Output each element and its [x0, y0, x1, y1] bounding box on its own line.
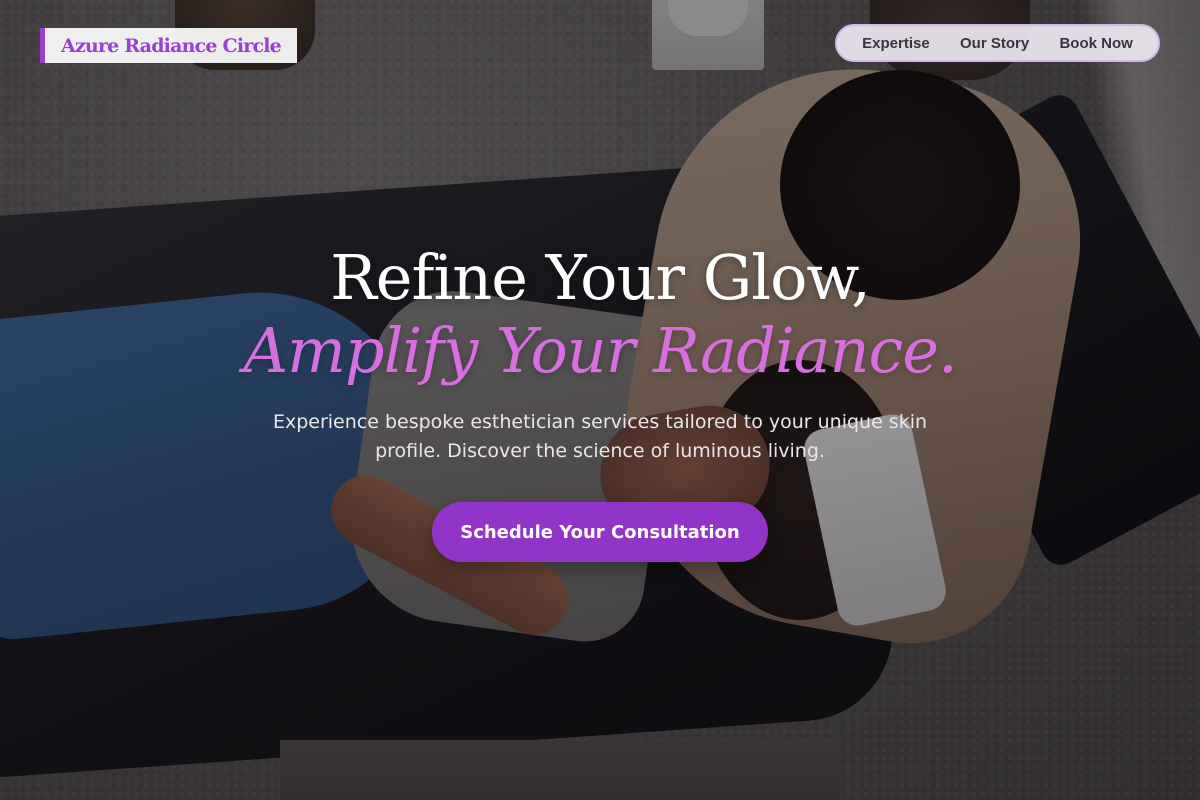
nav-item-our-story[interactable]: Our Story	[960, 35, 1029, 52]
schedule-consultation-button[interactable]: Schedule Your Consultation	[432, 502, 768, 562]
hero-subheadline: Amplify Your Radiance.	[243, 314, 957, 387]
brand-logo[interactable]: Azure Radiance Circle	[40, 28, 297, 63]
hero-description: Experience bespoke esthetician services …	[272, 411, 928, 462]
hero-section: Refine Your Glow, Amplify Your Radiance.…	[0, 240, 1200, 466]
main-nav: Expertise Our Story Book Now	[835, 24, 1160, 62]
nav-item-book-now[interactable]: Book Now	[1059, 35, 1132, 52]
brand-name: Azure Radiance Circle	[61, 34, 282, 57]
hero-headline: Refine Your Glow,	[330, 241, 871, 314]
nav-item-expertise[interactable]: Expertise	[862, 35, 930, 52]
